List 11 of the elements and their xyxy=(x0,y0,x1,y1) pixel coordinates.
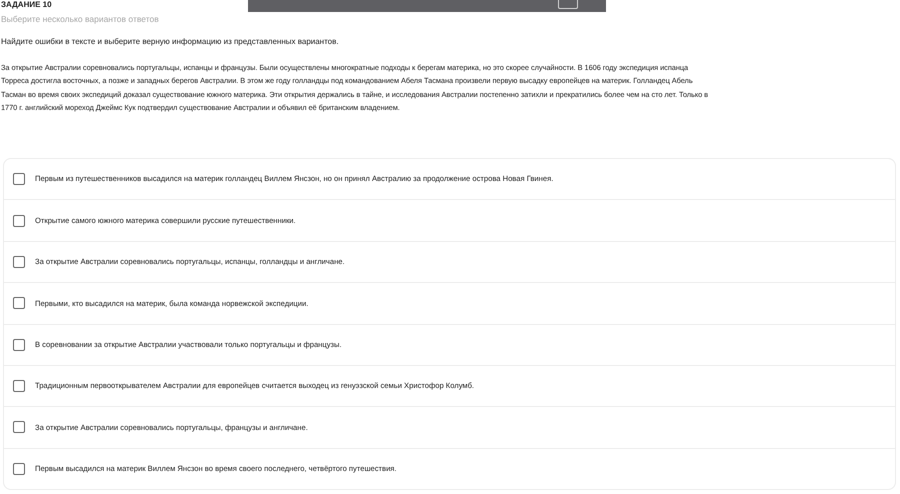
checkbox[interactable] xyxy=(13,462,25,475)
checkbox[interactable] xyxy=(13,214,25,227)
checkbox[interactable] xyxy=(13,173,25,186)
task-hint: Выберите несколько вариантов ответов xyxy=(1,14,160,25)
instruction-text: Найдите ошибки в тексте и выберите верную информацию из представленных вариантов. xyxy=(1,36,340,47)
checkbox[interactable] xyxy=(13,297,25,310)
checkbox[interactable] xyxy=(13,256,25,268)
task-title: ЗАДАНИЕ 10 xyxy=(1,0,52,10)
checkbox[interactable] xyxy=(13,338,25,351)
checkbox[interactable] xyxy=(13,380,25,392)
checkbox[interactable] xyxy=(13,421,25,434)
